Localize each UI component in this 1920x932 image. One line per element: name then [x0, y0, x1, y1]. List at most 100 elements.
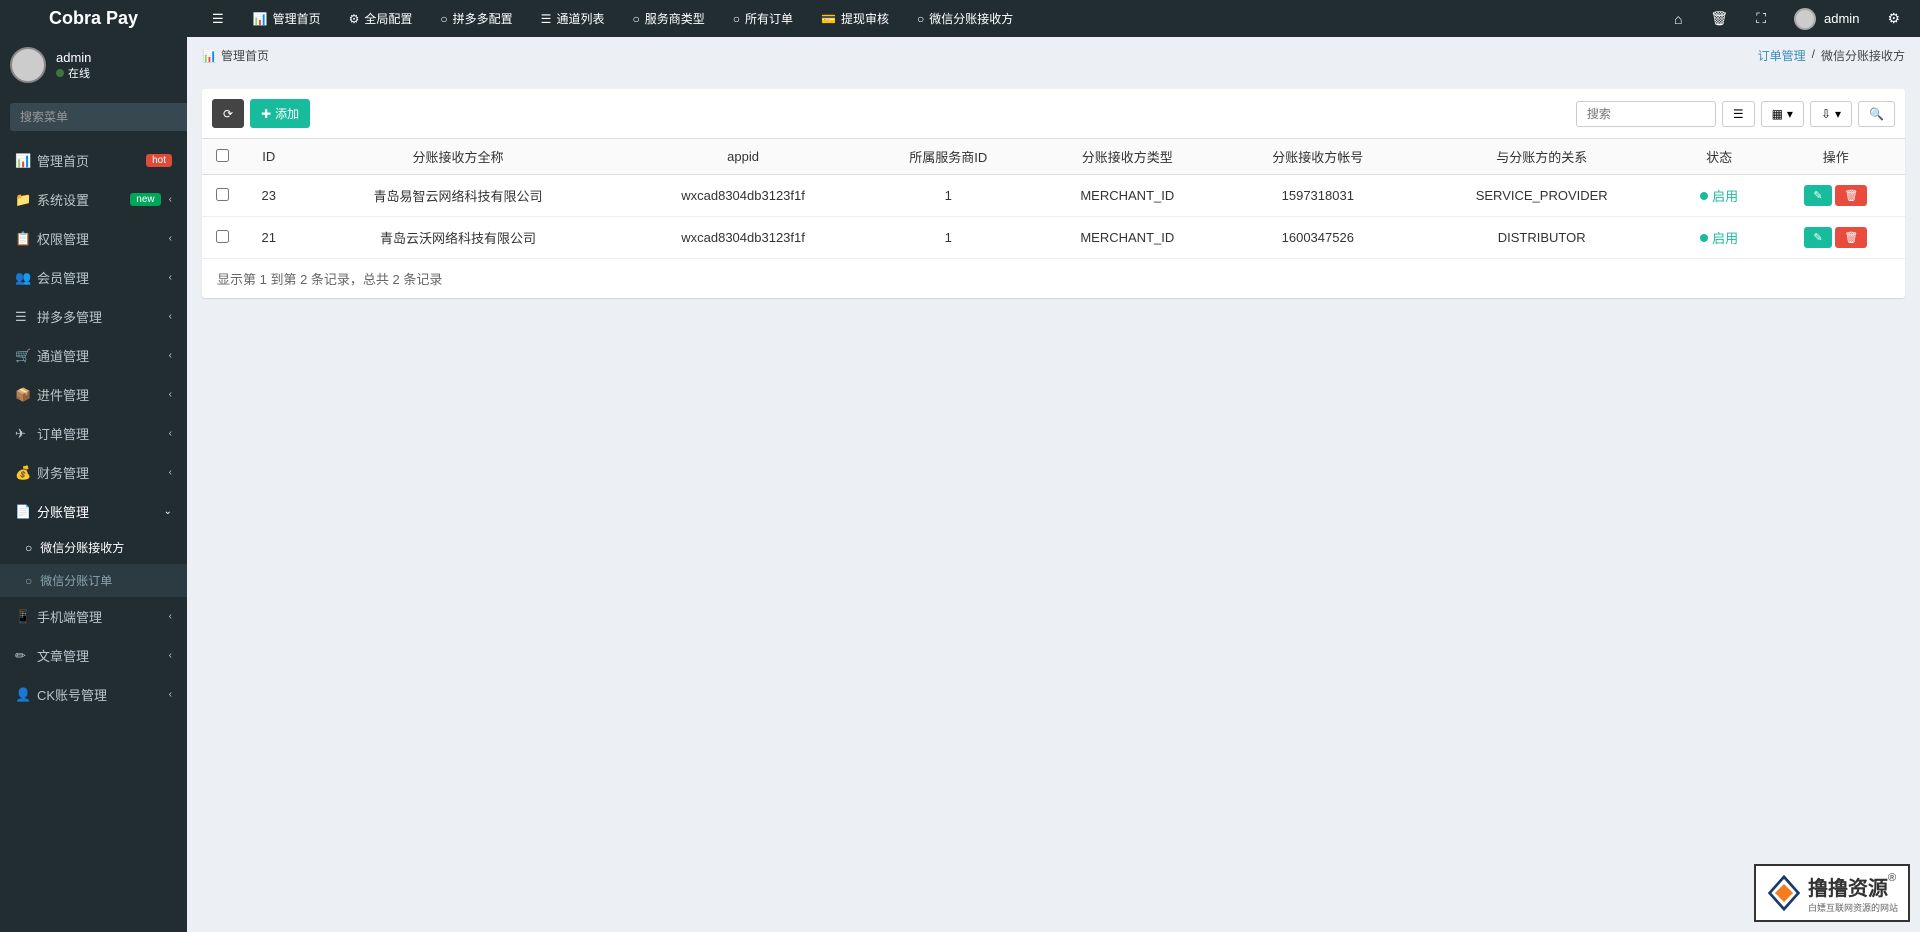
column-header-8[interactable]: 操作 — [1767, 139, 1905, 175]
settings-icon[interactable]: ⚙ — [1877, 10, 1910, 27]
edit-button[interactable]: ✎ — [1804, 227, 1831, 248]
sidebar-item-4[interactable]: ☰拼多多管理‹ — [0, 297, 187, 336]
sidebar-item-7[interactable]: ✈订单管理‹ — [0, 414, 187, 453]
column-header-1[interactable]: 分账接收方全称 — [296, 139, 621, 175]
home-icon[interactable]: ⌂ — [1664, 11, 1692, 27]
topnav-label: 全局配置 — [364, 10, 412, 27]
trash-icon: 🗑 — [1844, 231, 1858, 244]
username-label: admin — [1824, 11, 1859, 26]
caret-down-icon: ▾ — [1835, 107, 1841, 121]
topnav-item-3[interactable]: ☰通道列表 — [527, 10, 619, 27]
edit-button[interactable]: ✎ — [1804, 185, 1831, 206]
topnav-label: 提现审核 — [841, 10, 889, 27]
chevron-left-icon: ‹ — [169, 311, 172, 322]
dashboard-icon: 📊 — [15, 153, 29, 169]
sidebar-item-0[interactable]: 📊管理首页hot — [0, 141, 187, 180]
refresh-button[interactable]: ⟳ — [212, 99, 244, 128]
refresh-icon: ⟳ — [223, 107, 233, 121]
cell-provider: 1 — [866, 175, 1031, 217]
sidebar-item-12[interactable]: 👤CK账号管理‹ — [0, 675, 187, 714]
caret-down-icon: ▾ — [1787, 107, 1793, 121]
cell-type: MERCHANT_ID — [1031, 217, 1224, 259]
user-menu[interactable]: admin — [1784, 8, 1869, 30]
cell-relation: DISTRIBUTOR — [1412, 217, 1672, 259]
sidebar-label: 拼多多管理 — [37, 307, 161, 326]
circle-icon: ○ — [25, 541, 32, 555]
status-toggle[interactable]: 启用 — [1700, 228, 1738, 247]
sidebar-item-2[interactable]: 📋权限管理‹ — [0, 219, 187, 258]
menu-search-button[interactable]: 🔍 — [185, 103, 187, 131]
export-button[interactable]: ⇩ ▾ — [1810, 101, 1852, 127]
sidebar-item-1[interactable]: 📁系统设置new‹ — [0, 180, 187, 219]
sidebar-item-3[interactable]: 👥会员管理‹ — [0, 258, 187, 297]
row-checkbox[interactable] — [216, 230, 229, 243]
breadcrumb-parent[interactable]: 订单管理 — [1758, 47, 1806, 64]
topnav-item-1[interactable]: ⚙ 全局配置 — [335, 10, 427, 27]
column-header-0[interactable]: ID — [242, 139, 296, 175]
sidebar-label: 文章管理 — [37, 646, 161, 665]
sidebar-item-6[interactable]: 📦进件管理‹ — [0, 375, 187, 414]
status-dot-icon — [56, 69, 64, 77]
submenu-label: 微信分账订单 — [40, 572, 112, 589]
table-search-input[interactable] — [1576, 101, 1716, 127]
add-button-label: 添加 — [275, 105, 299, 122]
trash-icon[interactable]: 🗑 — [1700, 10, 1738, 27]
cogs-icon: ⚙ — [349, 12, 360, 26]
search-button[interactable]: 🔍 — [1858, 101, 1895, 127]
topnav-item-5[interactable]: ○所有订单 — [719, 10, 807, 27]
breadcrumb-home-label: 管理首页 — [221, 47, 269, 64]
sidebar-item-9[interactable]: 📄分账管理⌄ — [0, 492, 187, 531]
column-header-7[interactable]: 状态 — [1672, 139, 1767, 175]
column-header-5[interactable]: 分账接收方帐号 — [1224, 139, 1412, 175]
sidebar-item-10[interactable]: 📱手机端管理‹ — [0, 597, 187, 636]
sidebar-label: 系统设置 — [37, 190, 122, 209]
users-icon: 👥 — [15, 270, 29, 286]
topnav-item-7[interactable]: ○微信分账接收方 — [903, 10, 1027, 27]
submenu-item-0[interactable]: ○微信分账接收方 — [0, 531, 187, 564]
topnav-item-0[interactable]: 📊 管理首页 — [239, 10, 335, 27]
pencil-icon: ✎ — [1813, 189, 1822, 202]
content-header: 📊 管理首页 订单管理 / 微信分账接收方 — [187, 37, 1920, 74]
sidebar-username: admin — [56, 50, 91, 65]
table-row: 23青岛易智云网络科技有限公司wxcad8304db3123f1f1MERCHA… — [202, 175, 1905, 217]
menu-search-input[interactable] — [10, 103, 185, 131]
breadcrumb-home[interactable]: 📊 管理首页 — [202, 47, 269, 64]
sidebar-label: 进件管理 — [37, 385, 161, 404]
view-grid-button[interactable]: ▦ ▾ — [1761, 101, 1804, 127]
select-all-checkbox[interactable] — [216, 149, 229, 162]
column-header-2[interactable]: appid — [620, 139, 865, 175]
view-list-button[interactable]: ☰ — [1722, 101, 1755, 127]
sidebar-item-8[interactable]: 💰财务管理‹ — [0, 453, 187, 492]
sidebar-menu: 📊管理首页hot📁系统设置new‹📋权限管理‹👥会员管理‹☰拼多多管理‹🛒通道管… — [0, 141, 187, 714]
cell-provider: 1 — [866, 217, 1031, 259]
submenu-item-1[interactable]: ○微信分账订单 — [0, 564, 187, 597]
sidebar-label: 手机端管理 — [37, 607, 161, 626]
delete-button[interactable]: 🗑 — [1835, 185, 1867, 206]
topnav-item-6[interactable]: 💳提现审核 — [807, 10, 903, 27]
topnav-label: 管理首页 — [273, 10, 321, 27]
sidebar-item-5[interactable]: 🛒通道管理‹ — [0, 336, 187, 375]
fullscreen-icon[interactable]: ⛶ — [1746, 10, 1776, 27]
sidebar-item-11[interactable]: ✏文章管理‹ — [0, 636, 187, 675]
column-header-6[interactable]: 与分账方的关系 — [1412, 139, 1672, 175]
sidebar-label: 权限管理 — [37, 229, 161, 248]
topnav-item-4[interactable]: ○服务商类型 — [618, 10, 718, 27]
delete-button[interactable]: 🗑 — [1835, 227, 1867, 248]
column-header-3[interactable]: 所属服务商ID — [866, 139, 1031, 175]
dashboard-icon: 📊 — [253, 12, 268, 26]
status-dot-icon — [1700, 234, 1708, 242]
topnav-label: 所有订单 — [745, 10, 793, 27]
user-circle-icon: 👤 — [15, 687, 29, 703]
status-toggle[interactable]: 启用 — [1700, 186, 1738, 205]
topnav-item-2[interactable]: ○拼多多配置 — [426, 10, 526, 27]
chevron-left-icon: ‹ — [169, 428, 172, 439]
add-button[interactable]: ✚ 添加 — [250, 99, 310, 128]
cell-name: 青岛云沃网络科技有限公司 — [296, 217, 621, 259]
brand-logo[interactable]: Cobra Pay — [0, 0, 187, 37]
cell-relation: SERVICE_PROVIDER — [1412, 175, 1672, 217]
sidebar-toggle-icon[interactable]: ☰ — [197, 11, 239, 27]
column-header-4[interactable]: 分账接收方类型 — [1031, 139, 1224, 175]
pencil-icon: ✏ — [15, 648, 29, 664]
menu-search: 🔍 — [10, 103, 177, 131]
row-checkbox[interactable] — [216, 188, 229, 201]
